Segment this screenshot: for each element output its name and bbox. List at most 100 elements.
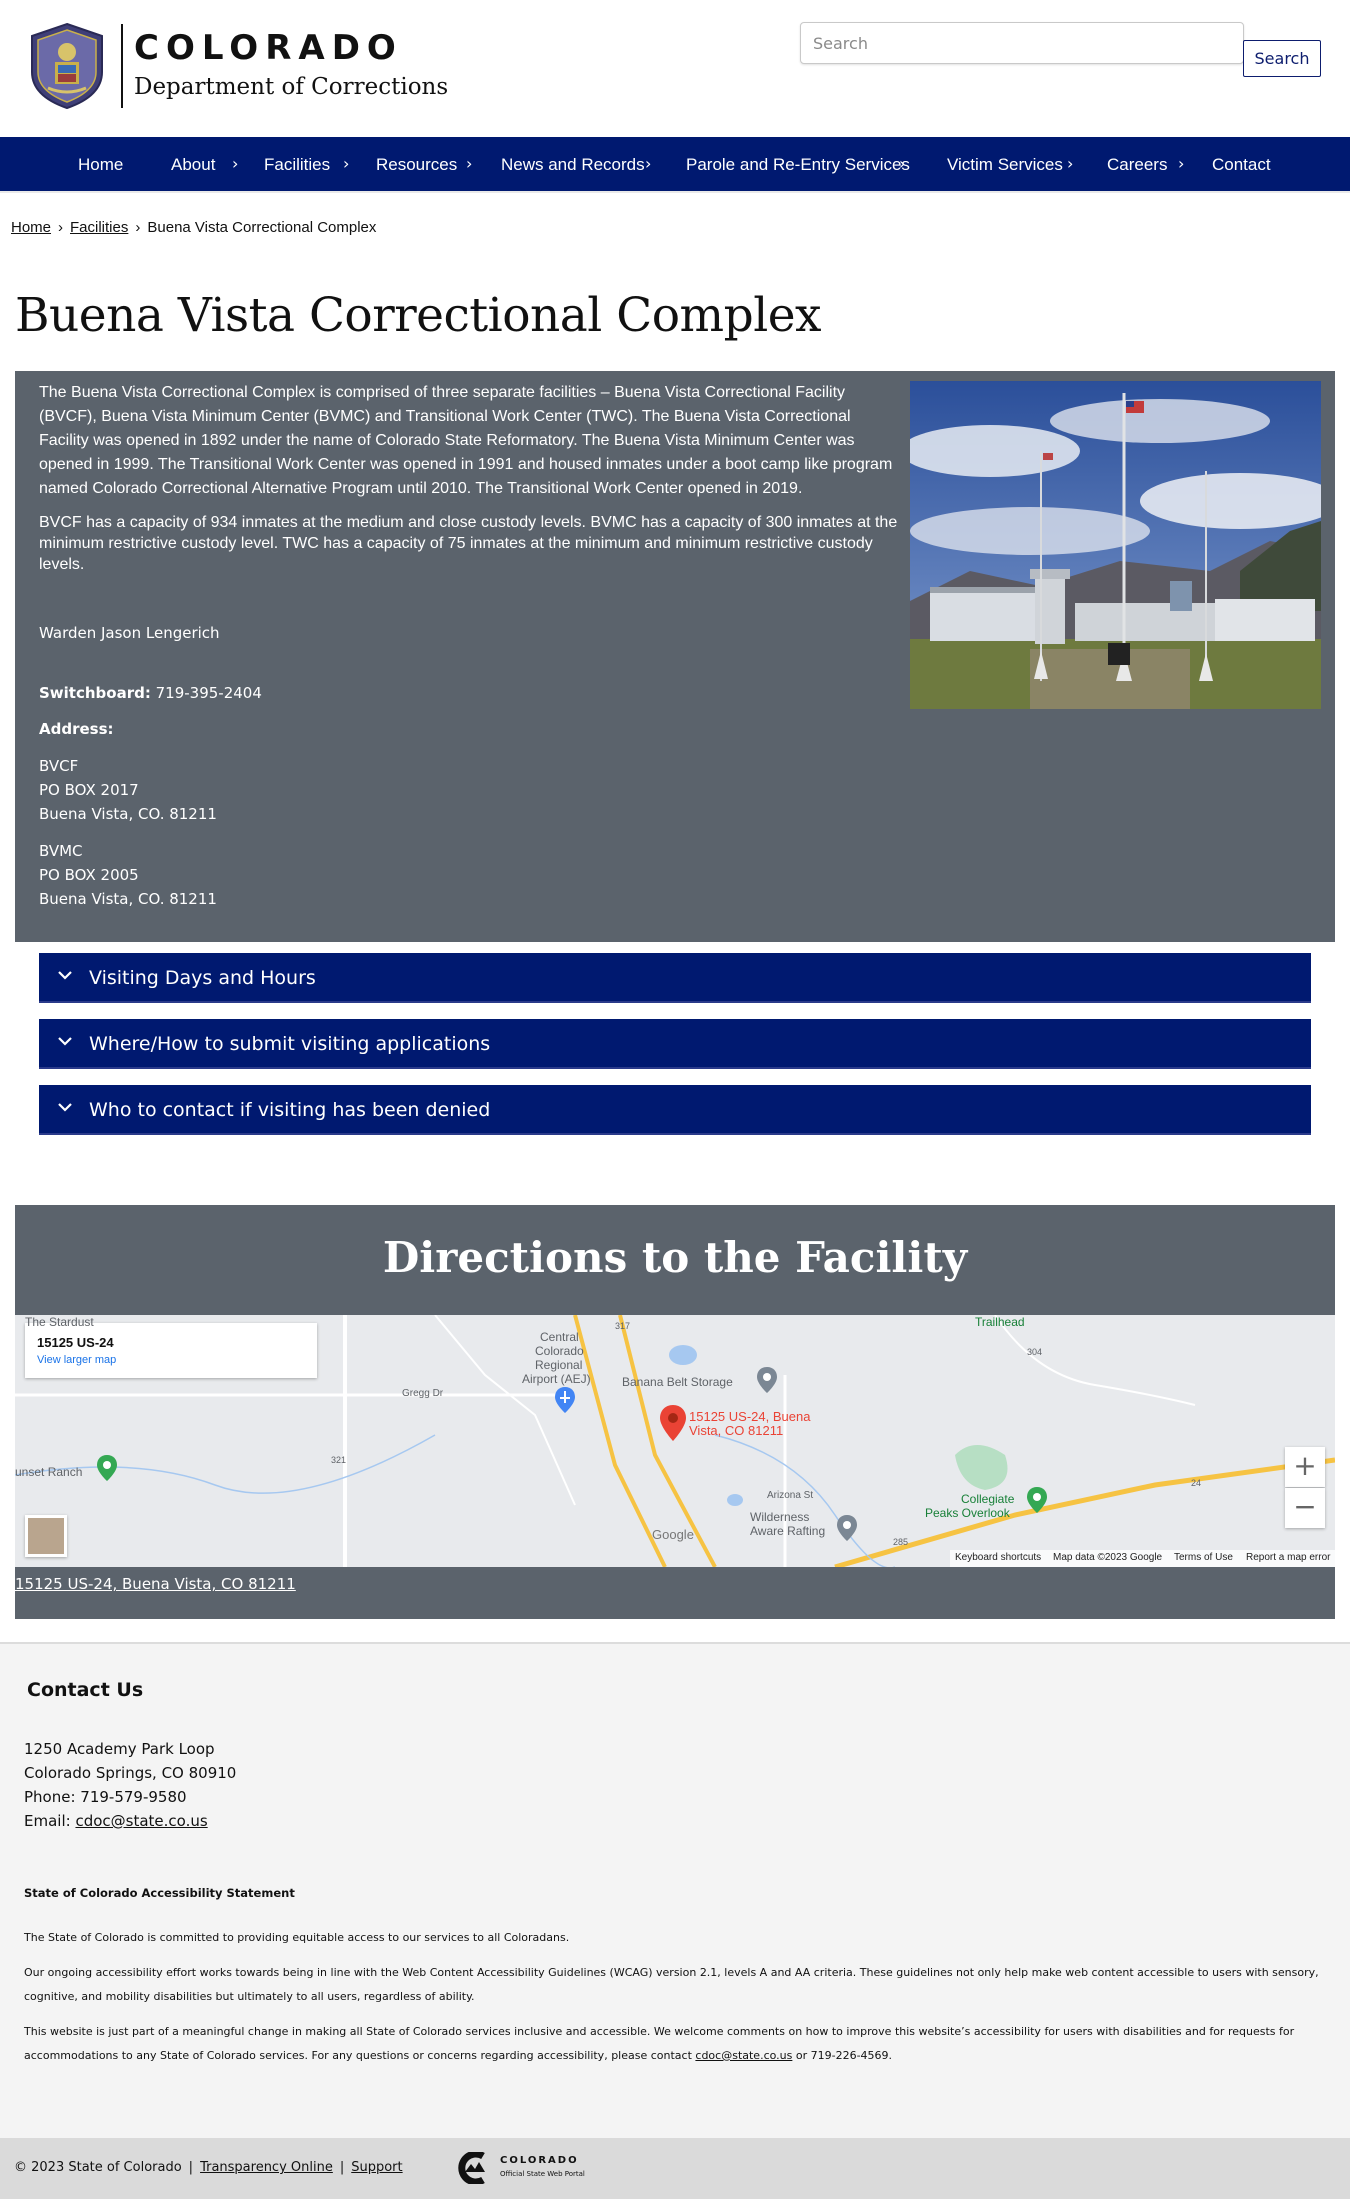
accordion-submit-visiting-applications[interactable]: Where/How to submit visiting application… [39,1019,1311,1069]
accordion-label[interactable]: Who to contact if visiting has been deni… [89,1085,490,1135]
accessibility-paragraph: This website is just part of a meaningfu… [24,2020,1324,2068]
site-header: COLORADO Department of Corrections Searc… [0,0,1350,137]
breadcrumb-facilities-link[interactable]: Facilities [70,219,128,236]
breadcrumb-separator: › [135,219,141,236]
map-place-label: Peaks Overlook [925,1506,1010,1520]
terms-of-use-link[interactable]: Terms of Use [1174,1552,1233,1563]
directions-address-bar: 15125 US-24, Buena Vista, CO 81211 [15,1567,1335,1619]
accordion-label[interactable]: Where/How to submit visiting application… [89,1019,490,1069]
map-pin-icon[interactable] [660,1405,686,1441]
contact-email-label: Email: [24,1812,71,1830]
address-bvmc-line-2: PO BOX 2005 [39,866,139,884]
address-bvcf-line-2: PO BOX 2017 [39,781,139,799]
map-route-shield: 24 [1191,1478,1202,1488]
accordion-label[interactable]: Visiting Days and Hours [89,953,316,1003]
nav-item-home[interactable]: Home [78,137,123,193]
search-input[interactable] [800,22,1244,64]
accordion-visiting-denied-contact[interactable]: Who to contact if visiting has been deni… [39,1085,1311,1135]
google-logo: Google [652,1527,694,1542]
facility-description: The Buena Vista Correctional Complex is … [39,384,893,497]
park-place-icon[interactable] [1027,1487,1047,1513]
nav-item-about[interactable]: About [171,137,215,193]
accessibility-paragraph-text: This website is just part of a meaningfu… [24,2025,1295,2062]
portal-logo-name: COLORADO [500,2155,579,2166]
zoom-in-button[interactable]: + [1285,1447,1325,1487]
view-larger-map-link[interactable]: View larger map [37,1354,116,1366]
chevron-right-icon[interactable]: › [899,137,905,193]
switchboard: Switchboard: 719-395-2404 [39,684,262,702]
directions-title: Directions to the Facility [382,1233,968,1282]
breadcrumb-home-link[interactable]: Home [11,219,51,236]
map-place-label: Regional [535,1358,583,1372]
chevron-down-icon[interactable] [55,965,75,985]
map-place-label: Banana Belt Storage [622,1375,733,1389]
chevron-right-icon[interactable]: › [1178,137,1184,193]
colorado-c-logo-icon[interactable] [453,2152,493,2184]
accordion-visiting-days-and-hours[interactable]: Visiting Days and Hours [39,953,1311,1003]
map-info-card: 15125 US-24 View larger map [25,1323,317,1378]
chevron-down-icon[interactable] [55,1097,75,1117]
nav-item-careers[interactable]: Careers [1107,137,1167,193]
map-route-shield: 317 [615,1321,631,1331]
address-bvmc-line-3: Buena Vista, CO. 81211 [39,890,217,908]
chevron-down-icon[interactable] [55,1031,75,1051]
accessibility-paragraph: The State of Colorado is committed to pr… [24,1931,570,1944]
zoom-out-button[interactable]: − [1285,1488,1325,1528]
keyboard-shortcuts-link[interactable]: Keyboard shortcuts [955,1552,1041,1563]
footer-bottom-bar: © 2023 State of Colorado | Transparency On… [0,2138,1350,2199]
map-place-label: Central [540,1330,579,1344]
map-street-label: Arizona St [767,1490,814,1501]
main-navigation: Home About › Facilities › Resources › Ne… [0,137,1350,193]
airport-icon[interactable] [555,1387,575,1413]
report-map-error-link[interactable]: Report a map error [1246,1552,1330,1563]
ranch-place-icon[interactable] [97,1455,117,1481]
map-place-label: Trailhead [975,1315,1025,1329]
chevron-right-icon[interactable]: › [466,137,472,193]
contact-phone: Phone: 719-579-9580 [24,1788,187,1806]
nav-item-resources[interactable]: Resources [376,137,457,193]
site-footer: Contact Us 1250 Academy Park Loop Colora… [0,1642,1350,2138]
storage-place-icon[interactable] [757,1367,777,1393]
embedded-map[interactable]: 15125 US-24 View larger map The Stardust… [15,1315,1335,1567]
map-street-label: Gregg Dr [402,1388,444,1399]
map-pin-label: Vista, CO 81211 [689,1423,784,1438]
search-button[interactable]: Search [1243,40,1321,77]
map-card-title: 15125 US-24 [37,1335,114,1350]
chevron-right-icon[interactable]: › [1067,137,1073,193]
chevron-right-icon[interactable]: › [232,137,238,193]
switchboard-number: 719-395-2404 [155,684,262,702]
facility-capacity: BVCF has a capacity of 934 inmates at th… [39,514,898,573]
chevron-right-icon[interactable]: › [645,137,651,193]
street-view-thumbnail[interactable] [28,1518,64,1554]
brand-department-name[interactable]: Department of Corrections [134,74,448,100]
contact-email-link[interactable]: cdoc@state.co.us [75,1812,207,1830]
accessibility-paragraph-text: or 719-226-4569. [795,2049,893,2062]
copyright-text: © 2023 State of Colorado [14,2160,182,2175]
map-place-label: Colorado [535,1344,584,1358]
nav-item-contact[interactable]: Contact [1212,137,1271,193]
map-place-label: Airport (AEJ) [522,1372,591,1386]
colorado-seal-logo[interactable] [28,22,106,110]
street-view-toggle[interactable] [25,1515,67,1557]
breadcrumb: Home › Facilities › Buena Vista Correctional… [11,219,376,236]
brand-state-name[interactable]: COLORADO [134,28,403,68]
nav-item-news-and-records[interactable]: News and Records [501,137,645,193]
map-place-label: Collegiate [961,1492,1015,1506]
map-route-shield: 304 [1027,1347,1043,1357]
map-place-label: Aware Rafting [750,1524,826,1538]
support-link[interactable]: Support [351,2160,402,2175]
divider: | [339,2160,345,2175]
chevron-right-icon[interactable]: › [343,137,349,193]
accessibility-heading: State of Colorado Accessibility Statemen… [24,1886,295,1900]
accessibility-email-link[interactable]: cdoc@state.co.us [695,2049,792,2062]
state-web-portal-logo[interactable]: COLORADO Official State Web Portal [453,2150,593,2188]
nav-item-parole[interactable]: Parole and Re-Entry Services [686,137,910,193]
nav-item-facilities[interactable]: Facilities [264,137,330,193]
address-bvcf-line-1: BVCF [39,757,79,775]
rafting-place-icon[interactable] [837,1515,857,1541]
portal-logo-subtitle: Official State Web Portal [500,2170,585,2178]
contact-street: 1250 Academy Park Loop [24,1740,215,1758]
directions-address-link[interactable]: 15125 US-24, Buena Vista, CO 81211 [15,1575,296,1593]
transparency-online-link[interactable]: Transparency Online [200,2160,333,2175]
nav-item-victim-services[interactable]: Victim Services [947,137,1063,193]
